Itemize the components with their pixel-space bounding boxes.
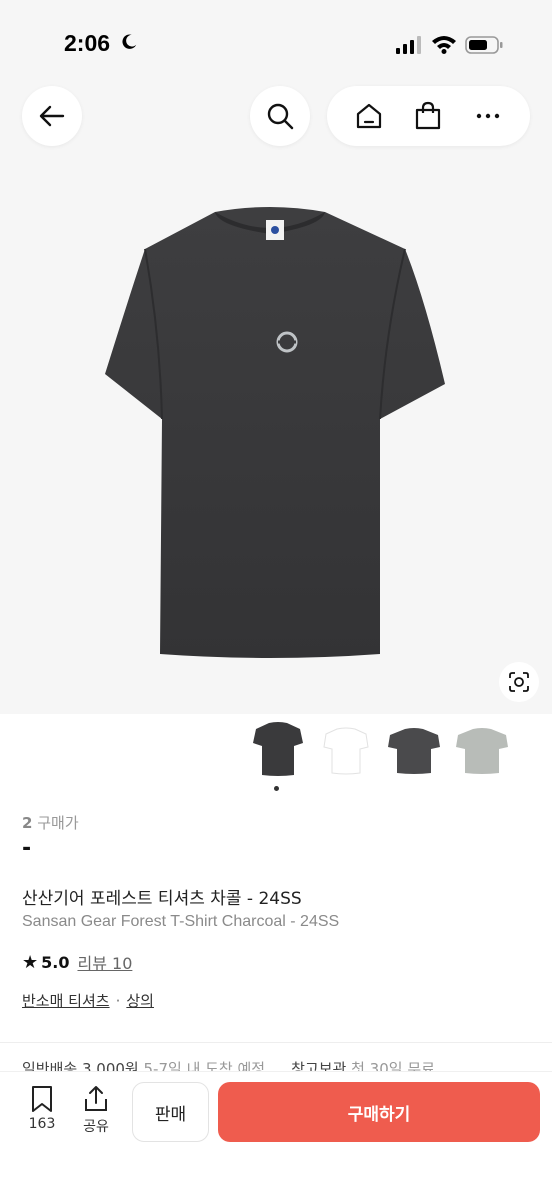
bookmark-button[interactable]: 163 <box>22 1084 62 1132</box>
arrow-left-icon <box>39 105 65 127</box>
thumbnail-image <box>323 727 369 775</box>
wifi-icon <box>432 36 456 54</box>
product-title-ko: 산산기어 포레스트 티셔츠 차콜 - 24SS <box>22 889 302 909</box>
share-icon <box>85 1086 107 1111</box>
buyer-count-number: 2 <box>22 814 33 832</box>
buyer-count-label: 구매가 <box>37 814 79 832</box>
category-separator: · <box>115 991 121 1010</box>
image-search-button[interactable] <box>499 662 539 702</box>
product-image[interactable] <box>100 204 450 664</box>
share-button[interactable]: 공유 <box>76 1084 116 1136</box>
status-time: 2:06 <box>64 30 111 56</box>
moon-icon <box>122 34 137 49</box>
category-link[interactable]: 반소매 티셔츠 <box>22 990 110 1011</box>
back-button[interactable] <box>22 86 82 146</box>
lens-icon <box>509 672 529 692</box>
thumbnail-strip <box>248 718 528 782</box>
category-link[interactable]: 상의 <box>126 990 154 1011</box>
header-actions <box>327 86 530 146</box>
reviews-link[interactable]: 리뷰 10 <box>77 950 132 974</box>
divider <box>0 1042 552 1043</box>
thumbnail-image <box>253 722 303 776</box>
rating-score: 5.0 <box>41 952 70 972</box>
shopping-bag-icon <box>416 101 441 130</box>
bookmark-count: 163 <box>28 1116 56 1132</box>
home-button[interactable] <box>349 96 389 136</box>
product-image-area[interactable] <box>0 84 552 714</box>
status-bar: 2:06 <box>0 0 552 84</box>
price: - <box>22 836 32 861</box>
home-icon <box>356 103 381 129</box>
thumbnail-selected-indicator <box>274 786 279 791</box>
sell-button[interactable]: 판매 <box>132 1082 209 1142</box>
thumbnail-1[interactable] <box>248 718 308 780</box>
cart-button[interactable] <box>408 96 448 136</box>
battery-icon <box>465 36 503 54</box>
thumbnail-3[interactable] <box>384 718 444 780</box>
category-breadcrumb: 반소매 티셔츠 · 상의 <box>22 990 154 1011</box>
more-icon <box>476 113 500 119</box>
more-button[interactable] <box>468 96 508 136</box>
thumbnail-image <box>456 728 508 774</box>
thumbnail-4[interactable] <box>452 718 512 780</box>
share-label: 공유 <box>83 1119 109 1135</box>
rating-row: ★ 5.0 리뷰 10 <box>22 950 132 974</box>
buy-button[interactable]: 구매하기 <box>218 1082 540 1142</box>
bookmark-icon <box>32 1086 52 1112</box>
product-title-en: Sansan Gear Forest T-Shirt Charcoal - 24… <box>22 913 340 930</box>
search-icon <box>267 103 294 130</box>
star-icon: ★ <box>22 951 39 973</box>
thumbnail-2[interactable] <box>316 718 376 780</box>
bottom-action-bar: 163 공유 판매 구매하기 <box>0 1071 552 1200</box>
buyer-count: 2 구매가 <box>22 812 79 833</box>
search-button[interactable] <box>250 86 310 146</box>
thumbnail-image <box>388 728 440 774</box>
signal-icon <box>396 36 421 54</box>
